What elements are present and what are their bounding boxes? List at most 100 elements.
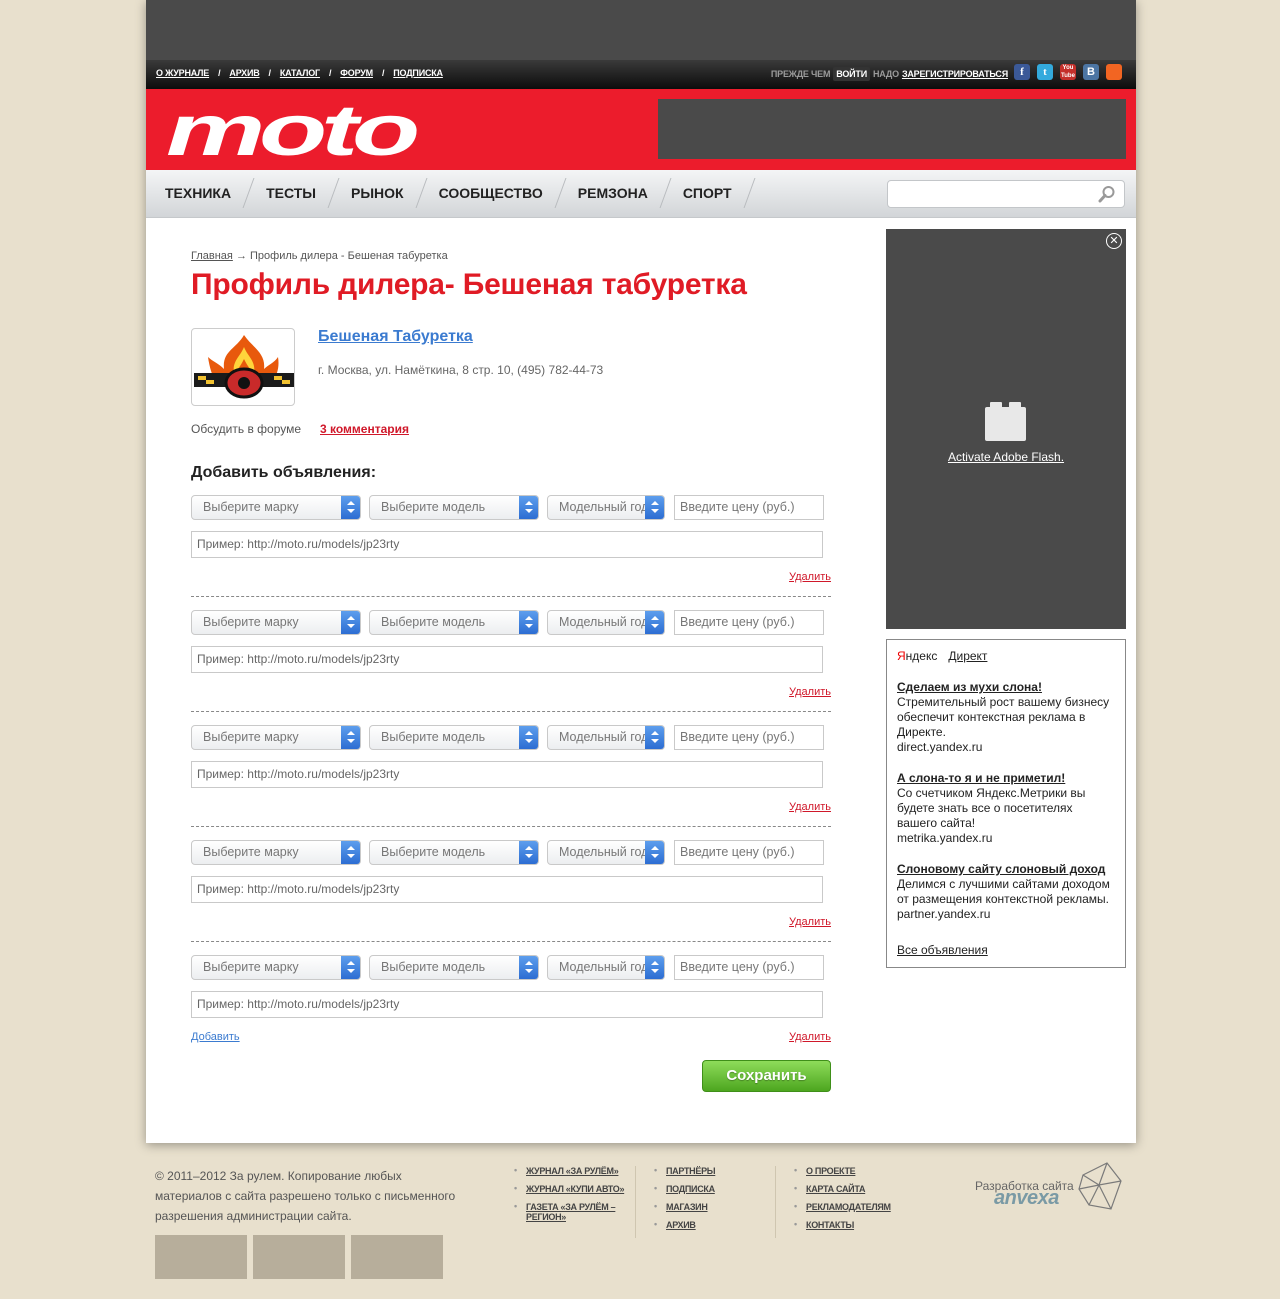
all-ads-link[interactable]: Все объявления [897, 943, 988, 957]
yandex-brand[interactable]: Яндекс [897, 649, 937, 663]
listing-divider [191, 596, 831, 597]
breadcrumb-home[interactable]: Главная [191, 250, 233, 262]
dealer-address: г. Москва, ул. Намёткина, 8 стр. 10, (49… [318, 363, 604, 377]
brand-select[interactable]: Выберите марку [191, 955, 361, 980]
brand-select[interactable]: Выберите марку [191, 840, 361, 865]
model-url-input[interactable]: Пример: http://moto.ru/models/jp23rty [191, 991, 823, 1018]
delete-listing-link[interactable]: Удалить [789, 801, 831, 813]
dealer-name-link[interactable]: Бешеная Табуретка [318, 328, 473, 346]
header-banner-ad[interactable] [658, 99, 1126, 159]
brand-select[interactable]: Выберите марку [191, 610, 361, 635]
topnav-archive[interactable]: АРХИВ [229, 68, 259, 78]
activate-flash-link[interactable]: Activate Adobe Flash. [886, 450, 1126, 464]
login-button[interactable]: ВОЙТИ [833, 67, 870, 81]
menu-item-repair[interactable]: РЕМЗОНА [559, 170, 664, 216]
menu-item-market[interactable]: РЫНОК [332, 170, 420, 216]
add-listing-link[interactable]: Добавить [191, 1031, 240, 1043]
delete-listing-link[interactable]: Удалить [789, 916, 831, 928]
model-select[interactable]: Выберите модель [369, 840, 539, 865]
select-arrows-icon [341, 841, 360, 864]
model-url-input[interactable]: Пример: http://moto.ru/models/jp23rty [191, 761, 823, 788]
dealer-card: Бешеная Табуретка г. Москва, ул. Намётки… [191, 328, 831, 408]
search-icon[interactable] [1098, 185, 1116, 203]
brand-select[interactable]: Выберите марку [191, 725, 361, 750]
select-arrows-icon [341, 611, 360, 634]
delete-listing-link[interactable]: Удалить [789, 571, 831, 583]
footer-link[interactable]: ПАРТНЁРЫ [654, 1165, 716, 1176]
discuss-label: Обсудить в форуме [191, 422, 302, 436]
footer-link[interactable]: ЖУРНАЛ «КУПИ АВТО» [514, 1183, 626, 1194]
yandex-ad-title[interactable]: Сделаем из мухи слона! [897, 680, 1115, 695]
footer-link[interactable]: РЕКЛАМОДАТЕЛЯМ [794, 1201, 891, 1212]
comments-link[interactable]: 3 комментария [320, 422, 409, 436]
menu-item-tests[interactable]: ТЕСТЫ [247, 170, 332, 216]
copyright-text: © 2011–2012 За рулем. Копирование любых … [155, 1169, 456, 1223]
price-input[interactable]: Введите цену (руб.) [674, 610, 824, 635]
counter-badge[interactable] [253, 1235, 345, 1279]
developer-credit[interactable]: Разработка сайта anvexa [975, 1162, 1125, 1221]
site-logo[interactable]: moto [166, 95, 420, 167]
footer-divider [775, 1166, 776, 1238]
yandex-ad: А слона-то я и не приметил! Со счетчиком… [897, 771, 1115, 846]
yandex-ad-domain: direct.yandex.ru [897, 740, 983, 754]
brand-select[interactable]: Выберите марку [191, 495, 361, 520]
vk-icon[interactable]: B [1083, 64, 1099, 80]
year-select[interactable]: Модельный год [547, 610, 665, 635]
top-bar: О ЖУРНАЛЕ / АРХИВ / КАТАЛОГ / ФОРУМ / ПОДПИС… [146, 60, 1136, 89]
footer-link[interactable]: ПОДПИСКА [654, 1183, 715, 1194]
counter-badge[interactable] [351, 1235, 443, 1279]
footer-link[interactable]: О ПРОЕКТЕ [794, 1165, 891, 1176]
footer-link[interactable]: КОНТАКТЫ [794, 1219, 891, 1230]
price-input[interactable]: Введите цену (руб.) [674, 955, 824, 980]
delete-listing-link[interactable]: Удалить [789, 1031, 831, 1043]
save-button[interactable]: Сохранить [702, 1060, 831, 1092]
year-select[interactable]: Модельный год [547, 725, 665, 750]
twitter-icon[interactable]: t [1037, 64, 1053, 80]
footer-divider [635, 1166, 636, 1238]
menu-item-sport[interactable]: СПОРТ [664, 170, 748, 216]
select-arrows-icon [645, 496, 664, 519]
delete-listing-link[interactable]: Удалить [789, 686, 831, 698]
topnav-subscription[interactable]: ПОДПИСКА [393, 68, 443, 78]
select-arrows-icon [341, 726, 360, 749]
menu-item-community[interactable]: СООБЩЕСТВО [420, 170, 559, 216]
listing-row: Выберите марку Выберите модель Модельный г… [191, 840, 831, 942]
topnav-catalog[interactable]: КАТАЛОГ [280, 68, 320, 78]
model-url-input[interactable]: Пример: http://moto.ru/models/jp23rty [191, 876, 823, 903]
counter-badge[interactable] [155, 1235, 247, 1279]
model-select[interactable]: Выберите модель [369, 725, 539, 750]
model-url-input[interactable]: Пример: http://moto.ru/models/jp23rty [191, 646, 823, 673]
footer-link[interactable]: КАРТА САЙТА [794, 1183, 891, 1194]
footer-link[interactable]: МАГАЗИН [654, 1201, 715, 1212]
yandex-ad-title[interactable]: Слоновому сайту слоновый доход [897, 862, 1115, 877]
top-banner-ad[interactable] [146, 0, 1136, 60]
yandex-direct-link[interactable]: Директ [948, 649, 987, 663]
rss-icon[interactable]: rss [1106, 64, 1122, 80]
search-input[interactable] [887, 180, 1125, 208]
model-select[interactable]: Выберите модель [369, 495, 539, 520]
price-input[interactable]: Введите цену (руб.) [674, 840, 824, 865]
listing-row: Выберите марку Выберите модель Модельный г… [191, 725, 831, 827]
youtube-icon[interactable]: You Tube [1060, 64, 1076, 80]
facebook-icon[interactable]: f [1014, 64, 1030, 80]
dealer-logo [191, 328, 295, 406]
yandex-ad-title[interactable]: А слона-то я и не приметил! [897, 771, 1115, 786]
menu-item-tech[interactable]: ТЕХНИКА [146, 170, 247, 216]
footer-link[interactable]: АРХИВ [654, 1219, 715, 1230]
close-icon[interactable]: ✕ [1106, 233, 1122, 249]
year-select[interactable]: Модельный год [547, 955, 665, 980]
footer-link[interactable]: ЖУРНАЛ «ЗА РУЛЁМ» [514, 1165, 626, 1176]
footer-link[interactable]: ГАЗЕТА «ЗА РУЛЁМ – РЕГИОН» [514, 1201, 626, 1222]
register-link[interactable]: ЗАРЕГИСТРИРОВАТЬСЯ [902, 69, 1008, 79]
model-select[interactable]: Выберите модель [369, 955, 539, 980]
topnav-forum[interactable]: ФОРУМ [340, 68, 373, 78]
social-links: f t You Tube B rss [1014, 64, 1122, 80]
topnav-about[interactable]: О ЖУРНАЛЕ [156, 68, 209, 78]
yandex-ad-text: Со счетчиком Яндекс.Метрики вы будете зн… [897, 786, 1086, 830]
price-input[interactable]: Введите цену (руб.) [674, 495, 824, 520]
price-input[interactable]: Введите цену (руб.) [674, 725, 824, 750]
model-select[interactable]: Выберите модель [369, 610, 539, 635]
year-select[interactable]: Модельный год [547, 840, 665, 865]
model-url-input[interactable]: Пример: http://moto.ru/models/jp23rty [191, 531, 823, 558]
year-select[interactable]: Модельный год [547, 495, 665, 520]
